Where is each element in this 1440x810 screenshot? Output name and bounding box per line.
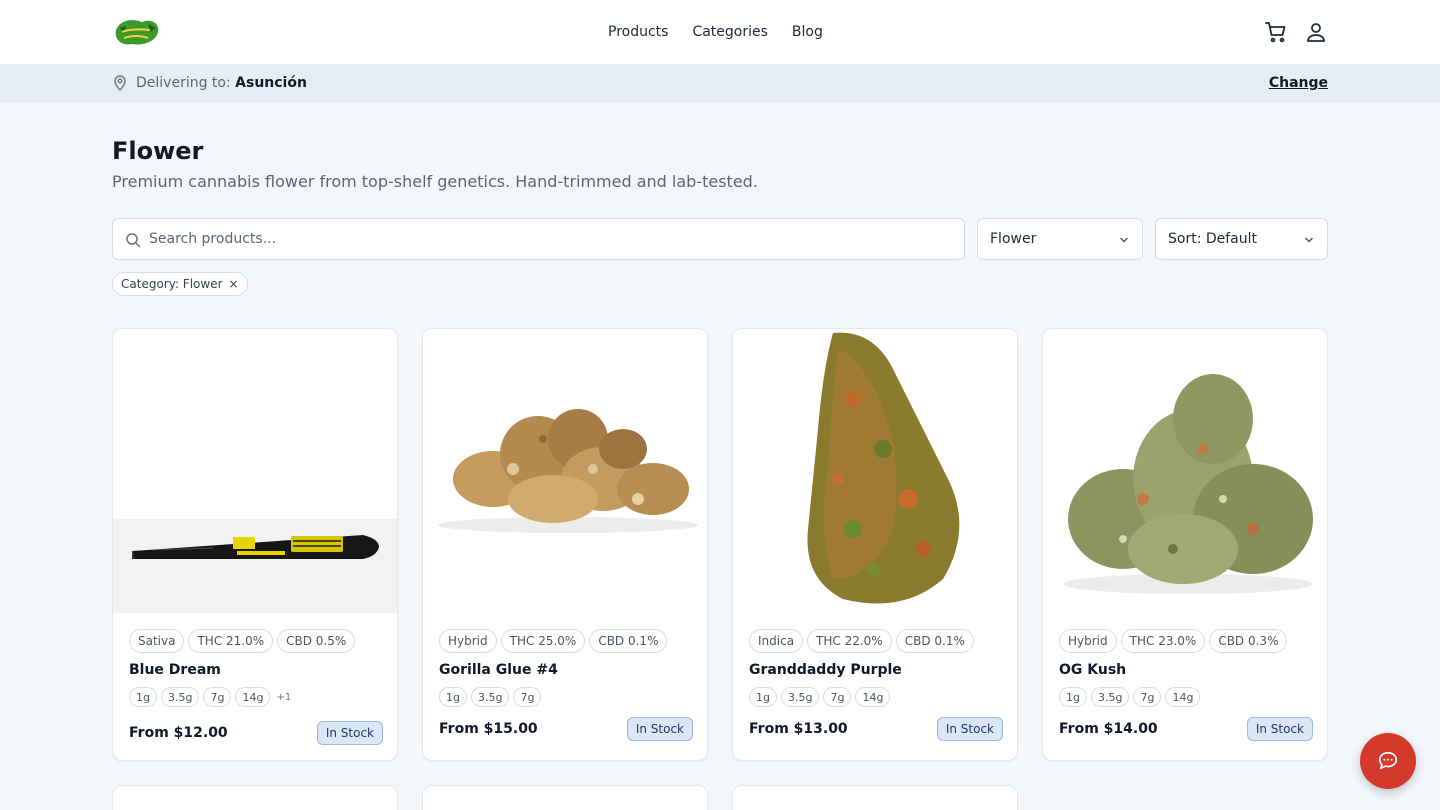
delivery-prefix: Delivering to: — [136, 75, 231, 91]
size-option[interactable]: 3.5g — [780, 687, 820, 707]
product-tags: Indica THC 22.0% CBD 0.1% — [749, 629, 1003, 653]
size-option[interactable]: 1g — [1059, 687, 1087, 707]
stock-badge: In Stock — [626, 717, 693, 741]
stock-badge: In Stock — [936, 717, 1003, 741]
product-card-body: Sativa THC 21.0% CBD 0.5% Blue Dream 1g … — [129, 629, 383, 707]
cbd-badge: CBD 0.1% — [895, 629, 974, 653]
sort-select-value: Sort: Default — [1168, 231, 1258, 247]
thc-badge: THC 22.0% — [807, 629, 892, 653]
stock-badge: In Stock — [316, 721, 383, 745]
chevron-down-icon — [1305, 237, 1313, 243]
size-options: 1g 3.5g 7g 14g +1 — [129, 687, 383, 707]
chat-bubble-icon — [1378, 751, 1398, 770]
product-name[interactable]: Blue Dream — [129, 661, 383, 679]
size-option[interactable]: 7g — [823, 687, 852, 707]
strain-badge: Indica — [749, 629, 804, 653]
product-tags: Sativa THC 21.0% CBD 0.5% — [129, 629, 383, 653]
product-card[interactable]: Hybrid THC 25.0% CBD 0.1% Gorilla Glue #… — [422, 328, 708, 761]
delivery-location: Delivering to: Asunción — [136, 74, 307, 92]
product-footer: From $15.00 In Stock — [439, 717, 693, 741]
size-option[interactable]: 7g — [203, 687, 232, 707]
active-filter-label: Category: Flower — [121, 277, 223, 291]
cart-icon[interactable] — [1264, 20, 1288, 44]
strain-badge: Sativa — [129, 629, 185, 653]
size-option[interactable]: 3.5g — [160, 687, 200, 707]
chevron-down-icon — [1120, 237, 1128, 243]
product-image-preroll-cone[interactable] — [113, 329, 398, 613]
product-card[interactable]: Sativa THC 21.0% CBD 0.5% Blue Dream 1g … — [112, 328, 398, 761]
delivery-bar: Delivering to: Asunción Change — [0, 65, 1440, 102]
product-tags: Hybrid THC 23.0% CBD 0.3% — [1059, 629, 1313, 653]
chat-button[interactable] — [1360, 733, 1416, 789]
thc-badge: THC 21.0% — [188, 629, 274, 653]
product-card[interactable] — [112, 785, 398, 810]
product-card-body: Indica THC 22.0% CBD 0.1% Granddaddy Pur… — [749, 629, 1003, 707]
nav-products[interactable]: Products — [608, 22, 668, 42]
product-card[interactable] — [732, 785, 1018, 810]
size-option[interactable]: 3.5g — [470, 687, 510, 707]
page-subtitle: Premium cannabis flower from top-shelf g… — [112, 172, 758, 191]
search-box — [112, 218, 965, 260]
size-option[interactable]: 14g — [855, 687, 891, 707]
active-filter-chip: Category: Flower × — [112, 272, 248, 296]
remove-filter-icon[interactable]: × — [229, 277, 239, 291]
size-option[interactable]: 1g — [439, 687, 467, 707]
product-footer: From $14.00 In Stock — [1059, 717, 1313, 741]
product-price: From $14.00 — [1059, 721, 1158, 737]
strain-badge: Hybrid — [439, 629, 497, 653]
more-sizes-count: +1 — [276, 691, 292, 703]
product-name[interactable]: Gorilla Glue #4 — [439, 661, 693, 679]
product-card-body: Hybrid THC 25.0% CBD 0.1% Gorilla Glue #… — [439, 629, 693, 707]
user-icon[interactable] — [1304, 20, 1328, 44]
product-card-body: Hybrid THC 23.0% CBD 0.3% OG Kush 1g 3.5… — [1059, 629, 1313, 707]
size-option[interactable]: 7g — [513, 687, 542, 707]
product-card[interactable]: Indica THC 22.0% CBD 0.1% Granddaddy Pur… — [732, 328, 1018, 761]
size-options: 1g 3.5g 7g 14g — [749, 687, 1003, 707]
stock-badge: In Stock — [1246, 717, 1313, 741]
thc-badge: THC 23.0% — [1120, 629, 1206, 653]
size-option[interactable]: 14g — [1165, 687, 1201, 707]
product-footer: From $12.00 In Stock — [129, 721, 383, 745]
brand-logo[interactable] — [112, 16, 162, 48]
strain-badge: Hybrid — [1059, 629, 1117, 653]
product-price: From $13.00 — [749, 721, 848, 737]
thc-badge: THC 25.0% — [500, 629, 586, 653]
product-image-single-bud[interactable] — [733, 329, 1018, 613]
product-card[interactable]: Hybrid THC 23.0% CBD 0.3% OG Kush 1g 3.5… — [1042, 328, 1328, 761]
size-option[interactable]: 1g — [129, 687, 157, 707]
category-select[interactable]: Flower — [977, 218, 1143, 260]
size-options: 1g 3.5g 7g — [439, 687, 693, 707]
product-image-bud-pile[interactable] — [1043, 329, 1328, 613]
size-options: 1g 3.5g 7g 14g — [1059, 687, 1313, 707]
cbd-badge: CBD 0.3% — [1209, 629, 1288, 653]
size-option[interactable]: 1g — [749, 687, 777, 707]
sort-select[interactable]: Sort: Default — [1155, 218, 1328, 260]
cbd-badge: CBD 0.5% — [277, 629, 356, 653]
location-pin-icon — [114, 75, 126, 91]
product-name[interactable]: Granddaddy Purple — [749, 661, 1003, 679]
category-select-value: Flower — [990, 231, 1037, 247]
search-icon — [126, 233, 141, 248]
product-image-flower-buds[interactable] — [423, 329, 708, 613]
product-card[interactable] — [422, 785, 708, 810]
product-name[interactable]: OG Kush — [1059, 661, 1313, 679]
size-option[interactable]: 7g — [1133, 687, 1162, 707]
cbd-badge: CBD 0.1% — [589, 629, 668, 653]
page-title: Flower — [112, 137, 204, 165]
search-input[interactable] — [149, 219, 949, 259]
delivery-city: Asunción — [235, 75, 307, 91]
size-option[interactable]: 3.5g — [1090, 687, 1130, 707]
product-price: From $15.00 — [439, 721, 538, 737]
product-price: From $12.00 — [129, 725, 228, 741]
site-header: Products Categories Blog — [0, 0, 1440, 65]
nav-categories[interactable]: Categories — [692, 22, 767, 42]
product-tags: Hybrid THC 25.0% CBD 0.1% — [439, 629, 693, 653]
nav-blog[interactable]: Blog — [792, 22, 823, 42]
change-location-link[interactable]: Change — [1269, 74, 1328, 92]
size-option[interactable]: 14g — [235, 687, 271, 707]
main-nav: Products Categories Blog — [608, 22, 823, 42]
product-footer: From $13.00 In Stock — [749, 717, 1003, 741]
